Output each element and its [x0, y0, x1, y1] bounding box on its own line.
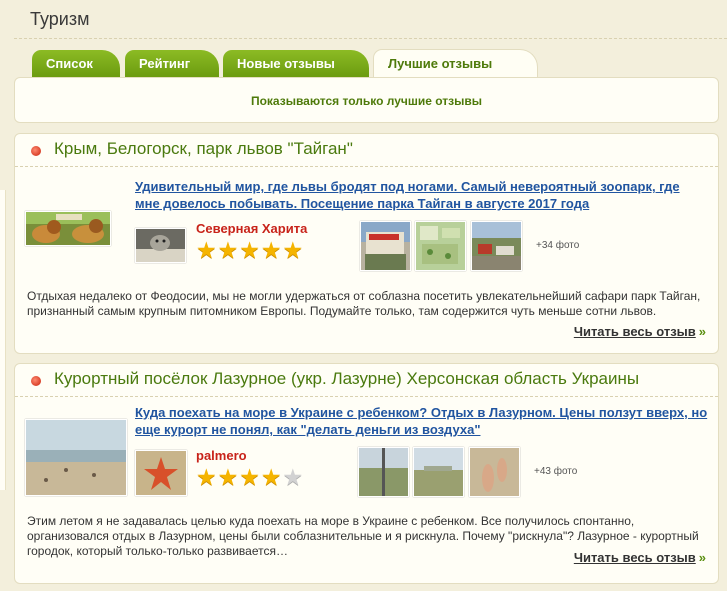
review-card: Крым, Белогорск, парк львов "Тайган" Уди… — [14, 133, 719, 354]
tab-list[interactable]: Список — [32, 50, 120, 78]
author-avatar[interactable] — [135, 228, 186, 263]
review-photo-thumb[interactable] — [471, 221, 522, 271]
notice-panel: Показываются только лучшие отзывы — [14, 77, 719, 123]
double-chevron-right-icon: » — [698, 550, 706, 565]
more-photos-link[interactable]: +43 фото — [534, 466, 577, 477]
review-card: Курортный посёлок Лазурное (укр. Лазурне… — [14, 363, 719, 584]
left-edge-strip — [0, 190, 6, 490]
star-full-icon: ★ — [239, 237, 260, 263]
review-photo-thumb[interactable] — [415, 221, 466, 271]
star-full-icon: ★ — [196, 237, 217, 263]
review-photo-thumb[interactable] — [469, 447, 520, 497]
more-photos-link[interactable]: +34 фото — [536, 240, 579, 251]
review-excerpt: Отдыхая недалеко от Феодосии, мы не могл… — [27, 289, 701, 318]
review-photo-thumb[interactable] — [358, 447, 409, 497]
place-photo[interactable] — [25, 419, 127, 496]
page-title: Туризм — [30, 9, 90, 29]
review-photo-thumb[interactable] — [413, 447, 464, 497]
star-full-icon: ★ — [217, 464, 239, 490]
read-more-label: Читать весь отзыв — [573, 550, 696, 565]
bullet-icon — [31, 376, 41, 386]
title-divider — [14, 38, 727, 39]
tab-new-reviews[interactable]: Новые отзывы — [223, 50, 369, 78]
double-chevron-right-icon: » — [698, 324, 706, 339]
rating-stars: ★ ★ ★ ★ ★ — [196, 464, 304, 490]
review-headline-link[interactable]: Куда поехать на море в Украине с ребенко… — [135, 404, 715, 438]
card-header: Крым, Белогорск, парк львов "Тайган" — [15, 134, 718, 167]
card-header: Курортный посёлок Лазурное (укр. Лазурне… — [15, 364, 718, 397]
star-empty-icon: ★ — [282, 464, 304, 490]
tab-rating[interactable]: Рейтинг — [125, 50, 219, 78]
notice-text: Показываются только лучшие отзывы — [250, 94, 483, 108]
star-full-icon: ★ — [260, 237, 282, 263]
read-more-label: Читать весь отзыв — [573, 324, 696, 339]
review-headline-link[interactable]: Удивительный мир, где львы бродят под но… — [135, 178, 705, 212]
author-avatar[interactable] — [135, 450, 187, 496]
place-title-link[interactable]: Курортный посёлок Лазурное (укр. Лазурне… — [54, 369, 639, 389]
review-photo-thumb[interactable] — [360, 221, 411, 271]
star-full-icon: ★ — [282, 237, 304, 263]
star-full-icon: ★ — [196, 464, 217, 490]
star-full-icon: ★ — [217, 237, 239, 263]
read-full-review-link[interactable]: Читать весь отзыв» — [574, 324, 706, 339]
author-name-link[interactable]: Северная Харита — [196, 221, 307, 236]
tab-best-reviews[interactable]: Лучшие отзывы — [373, 49, 538, 80]
place-title-link[interactable]: Крым, Белогорск, парк львов "Тайган" — [54, 139, 353, 159]
bullet-icon — [31, 146, 41, 156]
rating-stars: ★ ★ ★ ★ ★ — [196, 237, 304, 263]
place-photo[interactable] — [25, 211, 111, 246]
author-name-link[interactable]: palmero — [196, 448, 247, 463]
star-full-icon: ★ — [239, 464, 260, 490]
star-full-icon: ★ — [260, 464, 282, 490]
read-full-review-link[interactable]: Читать весь отзыв» — [574, 550, 706, 565]
